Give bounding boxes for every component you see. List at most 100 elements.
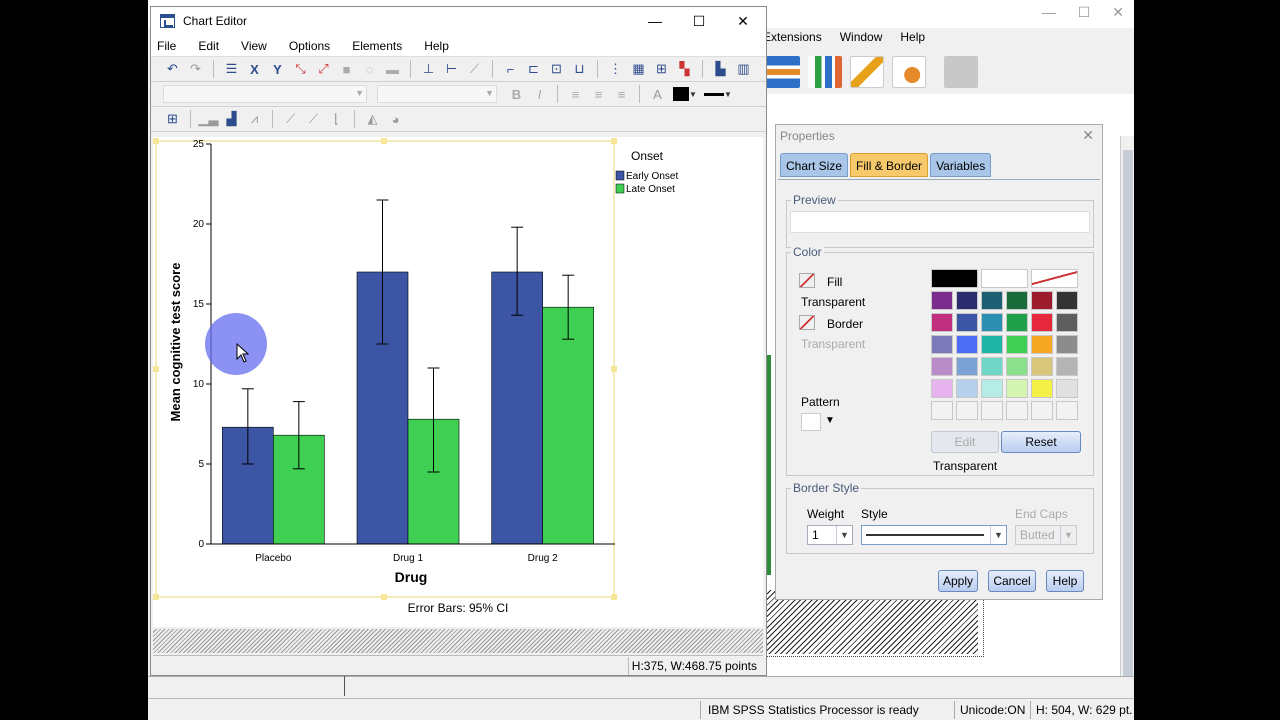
bar-chart[interactable]: 0 5 10 15 20 25 Placebo Drug 1 Drug 2 Mean cogn… xyxy=(153,137,763,627)
cancel-button[interactable]: Cancel xyxy=(988,570,1036,592)
color-swatch[interactable] xyxy=(931,335,953,354)
color-swatch[interactable] xyxy=(981,379,1003,398)
color-swatch[interactable] xyxy=(1006,401,1028,420)
tab-chart-size[interactable]: Chart Size xyxy=(780,153,849,177)
rescale-icon[interactable]: ⤡ xyxy=(291,60,310,79)
close-icon[interactable]: ✕ xyxy=(733,11,753,31)
tab-variables[interactable]: Variables xyxy=(930,153,992,177)
background-scrollbar[interactable] xyxy=(1120,136,1134,696)
table-icon[interactable]: ▦ xyxy=(629,60,648,79)
reset-button[interactable]: Reset xyxy=(1001,431,1081,453)
text-box-icon[interactable]: ⊏ xyxy=(524,60,543,79)
annotation-icon[interactable]: ⌐ xyxy=(501,60,520,79)
pattern-swatch[interactable] xyxy=(801,413,821,431)
fill-color-icon[interactable]: ▼ xyxy=(671,85,699,104)
help-button[interactable]: Help xyxy=(1046,570,1084,592)
chart-footnote[interactable]: Error Bars: 95% CI xyxy=(408,601,509,615)
menu-help[interactable]: Help xyxy=(900,30,925,44)
split-file-icon[interactable] xyxy=(766,56,800,88)
color-swatch[interactable] xyxy=(981,291,1003,310)
color-swatch[interactable] xyxy=(956,313,978,332)
pivot-icon[interactable]: ⊞ xyxy=(652,60,671,79)
color-swatch[interactable] xyxy=(931,313,953,332)
pattern-dropdown-icon[interactable]: ▼ xyxy=(825,415,835,426)
maximize-icon[interactable]: ☐ xyxy=(1078,4,1091,21)
chart-editor-titlebar[interactable]: Chart Editor — ☐ ✕ xyxy=(151,7,766,35)
color-swatch[interactable] xyxy=(1031,401,1053,420)
chart-canvas[interactable]: 0 5 10 15 20 25 Placebo Drug 1 Drug 2 Mean cogn… xyxy=(153,137,763,627)
color-swatch[interactable] xyxy=(1006,291,1028,310)
menu-help[interactable]: Help xyxy=(424,39,449,53)
color-swatch[interactable] xyxy=(981,313,1003,332)
fill-label[interactable]: Fill xyxy=(827,275,842,289)
reference-line-y-icon[interactable]: ⊥ xyxy=(419,60,438,79)
color-swatch[interactable] xyxy=(931,401,953,420)
bar-chart-icon[interactable]: ▙ xyxy=(711,60,730,79)
color-swatch[interactable] xyxy=(981,335,1003,354)
color-swatch[interactable] xyxy=(1031,269,1078,288)
y-axis-label[interactable]: Mean cognitive test score xyxy=(168,263,183,422)
color-swatch[interactable] xyxy=(1031,291,1053,310)
x-axis-label[interactable]: Drug xyxy=(395,569,428,585)
y-axis-icon[interactable]: Y xyxy=(268,60,287,79)
properties-icon[interactable]: ☰ xyxy=(222,60,241,79)
column-icon[interactable]: ▥ xyxy=(734,60,753,79)
color-swatch[interactable] xyxy=(931,291,953,310)
menu-window[interactable]: Window xyxy=(840,30,883,44)
legend[interactable]: Onset Early Onset Late Onset xyxy=(615,149,678,195)
color-swatch[interactable] xyxy=(981,401,1003,420)
color-swatch[interactable] xyxy=(1006,357,1028,376)
chart-builder-icon[interactable] xyxy=(808,56,842,88)
color-swatch[interactable] xyxy=(1056,335,1078,354)
color-swatch[interactable] xyxy=(981,269,1028,288)
menu-view[interactable]: View xyxy=(241,39,267,53)
close-icon[interactable]: ✕ xyxy=(1112,4,1124,21)
undo-icon[interactable]: ↶ xyxy=(163,60,182,79)
line-style-icon[interactable]: ▼ xyxy=(703,85,733,104)
minimize-icon[interactable]: — xyxy=(645,11,665,31)
color-swatch[interactable] xyxy=(956,379,978,398)
style-dropdown[interactable]: ▼ xyxy=(861,525,1007,545)
fill-color-icon[interactable] xyxy=(799,273,815,288)
color-swatch[interactable] xyxy=(956,291,978,310)
properties-titlebar[interactable]: Properties ✕ xyxy=(776,125,1102,147)
color-swatch[interactable] xyxy=(931,269,978,288)
color-swatch[interactable] xyxy=(931,357,953,376)
menu-options[interactable]: Options xyxy=(289,39,330,53)
scrollbar-thumb[interactable] xyxy=(1123,150,1133,690)
weight-dropdown[interactable]: 1 ▼ xyxy=(807,525,853,545)
color-swatch[interactable] xyxy=(1031,313,1053,332)
color-swatch[interactable] xyxy=(931,379,953,398)
color-swatch[interactable] xyxy=(1056,401,1078,420)
menu-edit[interactable]: Edit xyxy=(198,39,219,53)
border-label[interactable]: Border xyxy=(827,317,863,331)
footnote-icon[interactable]: ⊡ xyxy=(547,60,566,79)
legend-icon[interactable]: ⊔ xyxy=(570,60,589,79)
color-swatch[interactable] xyxy=(1056,357,1078,376)
color-swatch[interactable] xyxy=(956,357,978,376)
script-icon[interactable] xyxy=(892,56,926,88)
color-swatch[interactable] xyxy=(956,401,978,420)
menu-file[interactable]: File xyxy=(157,39,176,53)
color-swatch[interactable] xyxy=(956,335,978,354)
color-swatch[interactable] xyxy=(1031,357,1053,376)
edit-output-icon[interactable] xyxy=(850,56,884,88)
reference-line-x-icon[interactable]: ⊢ xyxy=(442,60,461,79)
grid-icon[interactable]: ⋮ xyxy=(606,60,625,79)
menu-elements[interactable]: Elements xyxy=(352,39,402,53)
color-swatch[interactable] xyxy=(1031,379,1053,398)
color-swatch[interactable] xyxy=(1006,313,1028,332)
color-swatch[interactable] xyxy=(1056,379,1078,398)
menu-extensions[interactable]: Extensions xyxy=(763,30,822,44)
x-axis-icon[interactable]: X xyxy=(245,60,264,79)
color-swatch[interactable] xyxy=(1056,313,1078,332)
border-color-icon[interactable] xyxy=(799,315,815,330)
transpose-icon[interactable]: ⊞ xyxy=(163,110,182,129)
color-swatch[interactable] xyxy=(1056,291,1078,310)
color-swatch[interactable] xyxy=(1031,335,1053,354)
color-swatch[interactable] xyxy=(1006,379,1028,398)
data-label-icon[interactable]: ▚ xyxy=(675,60,694,79)
tab-fill-border[interactable]: Fill & Border xyxy=(850,153,929,177)
minimize-icon[interactable]: — xyxy=(1042,4,1056,21)
color-swatch[interactable] xyxy=(981,357,1003,376)
